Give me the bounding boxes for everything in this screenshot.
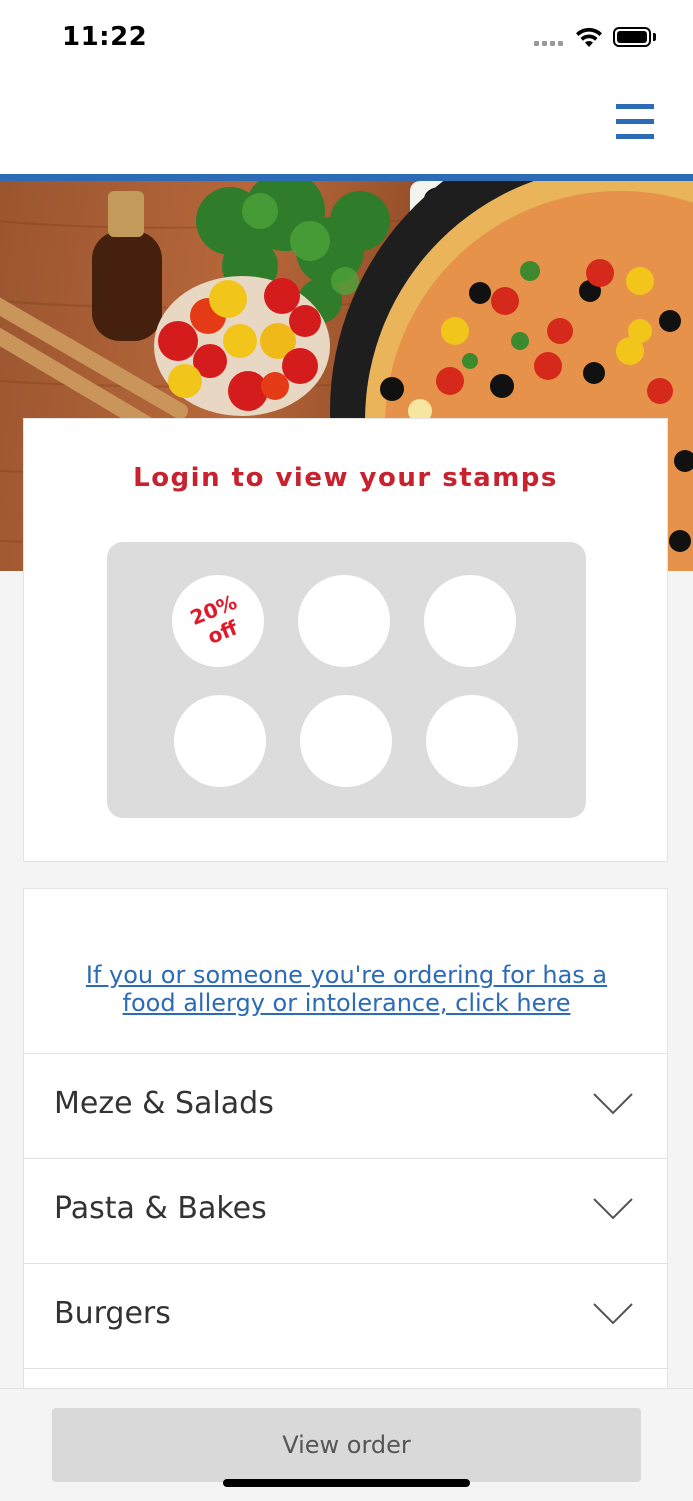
chevron-down-icon bbox=[593, 1198, 633, 1220]
stamp-slot bbox=[298, 575, 390, 667]
status-time: 11:22 bbox=[62, 22, 148, 52]
hamburger-menu-icon[interactable] bbox=[612, 102, 656, 142]
category-label: Pasta & Bakes bbox=[54, 1191, 267, 1226]
wifi-icon bbox=[576, 27, 602, 47]
category-label: Meze & Salads bbox=[54, 1086, 274, 1121]
battery-icon bbox=[613, 27, 651, 47]
stamp-board: 20% off bbox=[107, 542, 586, 818]
stamp-slot bbox=[424, 575, 516, 667]
app-header bbox=[0, 78, 693, 174]
header-accent-bar bbox=[0, 174, 693, 181]
home-indicator bbox=[223, 1479, 470, 1487]
battery-cap bbox=[653, 33, 656, 41]
stamp-slot bbox=[174, 695, 266, 787]
loyalty-stamp-card: Login to view your stamps 20% off bbox=[23, 418, 668, 862]
category-burgers[interactable]: Burgers bbox=[23, 1263, 668, 1369]
status-bar: 11:22 bbox=[0, 0, 693, 78]
reward-label: 20% off bbox=[158, 561, 278, 681]
category-meze-salads[interactable]: Meze & Salads bbox=[23, 1053, 668, 1159]
allergy-info-link[interactable]: If you or someone you're ordering for ha… bbox=[64, 961, 629, 1017]
view-order-button[interactable]: View order bbox=[52, 1408, 641, 1482]
chevron-down-icon bbox=[593, 1093, 633, 1115]
bottom-action-bar: View order bbox=[0, 1388, 693, 1501]
cellular-signal-icon bbox=[534, 41, 566, 47]
stamp-slot-reward: 20% off bbox=[172, 575, 264, 667]
stamp-slot bbox=[426, 695, 518, 787]
category-pasta-bakes[interactable]: Pasta & Bakes bbox=[23, 1158, 668, 1264]
stamp-card-title[interactable]: Login to view your stamps bbox=[24, 463, 667, 493]
stamp-slot bbox=[300, 695, 392, 787]
chevron-down-icon bbox=[593, 1303, 633, 1325]
allergy-info-card: If you or someone you're ordering for ha… bbox=[23, 888, 668, 1054]
category-label: Burgers bbox=[54, 1296, 171, 1331]
